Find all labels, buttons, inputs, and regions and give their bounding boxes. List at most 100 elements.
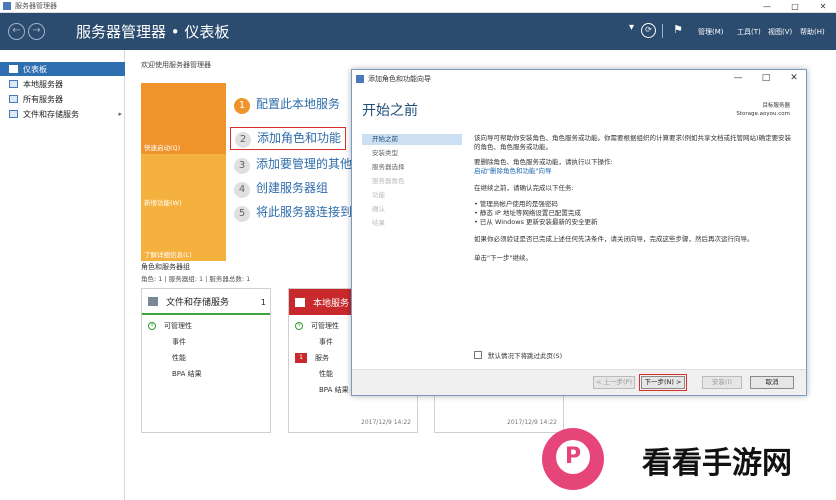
menu-view[interactable]: 视图(V) bbox=[768, 27, 792, 37]
card-title: 文件和存储服务 bbox=[166, 297, 230, 308]
refresh-icon[interactable]: ⟳ bbox=[641, 23, 656, 38]
install-button[interactable]: 安装(I) bbox=[702, 376, 742, 389]
sidebar-item-all-servers[interactable]: 所有服务器 bbox=[0, 92, 125, 106]
step-number: 2 bbox=[235, 132, 251, 148]
learn-more-tile[interactable]: 了解详细信息(L) bbox=[141, 209, 226, 261]
next-button[interactable]: 下一步(N) > bbox=[639, 374, 687, 391]
minimize-button[interactable]: — bbox=[756, 0, 778, 13]
row-label: 可管理性 bbox=[164, 322, 192, 330]
row-label: 可管理性 bbox=[311, 322, 339, 330]
cancel-button[interactable]: 取消 bbox=[750, 376, 794, 389]
bullet-text: 已从 Windows 更新安装最新的安全更新 bbox=[479, 218, 598, 226]
quickstart-tile[interactable]: 快速启动(Q) bbox=[141, 83, 226, 154]
wizard-step-features: 功能 bbox=[372, 191, 385, 199]
bullet-text: 静态 IP 地址等网络设置已配置完成 bbox=[479, 209, 581, 217]
card-header: 文件和存储服务 1 bbox=[142, 289, 270, 315]
wizard-footer: < 上一步(P) 下一步(N) > 安装(I) 取消 bbox=[352, 369, 806, 395]
sidebar-item-label: 本地服务器 bbox=[23, 79, 63, 89]
intro-paragraph: 该向导可帮助你安装角色、角色服务或功能。你需要根据组织的计算要求(例如共享文档或… bbox=[474, 134, 792, 151]
close-button[interactable]: ✕ bbox=[812, 0, 834, 13]
wizard-step-results: 结果 bbox=[372, 219, 385, 227]
quickstart-column: 快速启动(Q) 新增功能(W) 了解详细信息(L) bbox=[141, 83, 226, 291]
card-timestamp: 2017/12/9 14:22 bbox=[507, 419, 557, 426]
logo-glyph: P bbox=[556, 440, 590, 474]
card-timestamp: 2017/12/9 14:22 bbox=[361, 419, 411, 426]
skip-page-label: 默认情况下将跳过此页(S) bbox=[488, 352, 563, 360]
wizard-step-before-you-begin[interactable]: 开始之前 bbox=[362, 134, 462, 145]
step-add-other-servers[interactable]: 3 添加要管理的其他 bbox=[234, 155, 352, 174]
maximize-button[interactable]: □ bbox=[784, 0, 806, 13]
verify-text: 如果你必须验证是否已完成上述任何先决条件，请关闭向导，完成这些步骤，然后再次运行… bbox=[474, 235, 754, 243]
sidebar-item-dashboard[interactable]: 仪表板 bbox=[0, 62, 125, 76]
card-row-events[interactable]: 事件 bbox=[172, 337, 186, 347]
dropdown-icon[interactable]: ▾ bbox=[629, 22, 634, 33]
step-number: 3 bbox=[234, 158, 250, 174]
wizard-step-installation-type[interactable]: 安装类型 bbox=[362, 148, 462, 159]
card-count: 1 bbox=[260, 298, 266, 307]
wizard-app-icon bbox=[356, 74, 364, 83]
dialog-close-button[interactable]: ✕ bbox=[782, 70, 806, 87]
chevron-right-icon[interactable]: ▸ bbox=[118, 110, 122, 118]
sidebar: 仪表板 本地服务器 所有服务器 文件和存储服务 ▸ bbox=[0, 50, 125, 500]
dialog-minimize-button[interactable]: — bbox=[726, 70, 750, 87]
menu-manage[interactable]: 管理(M) bbox=[698, 27, 724, 37]
step-text: 创建服务器组 bbox=[256, 181, 329, 195]
notification-flag-icon[interactable]: ⚑ bbox=[673, 23, 683, 36]
remove-roles-text: 要删除角色、角色服务或功能，请执行以下操作: bbox=[474, 158, 613, 166]
watermark-text: 看看手游网 bbox=[642, 446, 792, 481]
step-configure-local-server[interactable]: 1 配置此本地服务 bbox=[234, 95, 340, 114]
card-row-bpa[interactable]: BPA 结果 bbox=[319, 385, 349, 395]
skip-page-checkbox[interactable] bbox=[474, 351, 482, 359]
card-row-performance[interactable]: 性能 bbox=[319, 369, 333, 379]
card-row-events[interactable]: 事件 bbox=[319, 337, 333, 347]
learn-more-label: 了解详细信息(L) bbox=[144, 251, 192, 259]
previous-button[interactable]: < 上一步(P) bbox=[593, 376, 635, 389]
menu-tools[interactable]: 工具(T) bbox=[737, 27, 761, 37]
ok-status-icon: ↑ bbox=[295, 322, 303, 330]
target-server-label: 目标服务器 bbox=[762, 103, 790, 109]
quickstart-label: 快速启动(Q) bbox=[144, 144, 181, 152]
target-server-info: 目标服务器 Storage.aoyou.com bbox=[736, 102, 790, 118]
role-card-file-storage[interactable]: 文件和存储服务 1 ↑ 可管理性 事件 性能 BPA 结果 bbox=[141, 288, 271, 433]
quickstart-steps: 1 配置此本地服务 2 添加角色和功能 3 添加要管理的其他 4 创建服务器组 5 将此服… bbox=[226, 83, 356, 291]
window-title: 服务器管理器 bbox=[15, 2, 57, 10]
roles-summary: 角色: 1 | 服务器组: 1 | 服务器总数: 1 bbox=[141, 275, 251, 283]
card-row-performance[interactable]: 性能 bbox=[172, 353, 186, 363]
window-titlebar: 服务器管理器 — □ ✕ bbox=[0, 0, 836, 13]
wizard-heading: 开始之前 bbox=[362, 103, 418, 119]
watermark-logo-icon: P bbox=[542, 428, 604, 490]
prereq-bullet-3: • 已从 Windows 更新安装最新的安全更新 bbox=[474, 218, 598, 226]
dialog-maximize-button[interactable]: □ bbox=[754, 70, 778, 87]
skip-page-checkbox-row[interactable]: 默认情况下将跳过此页(S) bbox=[474, 350, 562, 360]
step-text: 将此服务器连接到 bbox=[256, 205, 353, 219]
header-bar: ← → 服务器管理器 • 仪表板 ▾ ⟳ ⚑ 管理(M) 工具(T) 视图(V)… bbox=[0, 13, 836, 50]
whats-new-tile[interactable]: 新增功能(W) bbox=[141, 154, 226, 209]
forward-arrow-icon[interactable]: → bbox=[28, 23, 45, 40]
remove-roles-wizard-link[interactable]: 启动"删除角色和功能"向导 bbox=[474, 167, 551, 175]
ok-status-icon: ↑ bbox=[148, 322, 156, 330]
alert-count-badge: 1 bbox=[295, 353, 307, 363]
wizard-step-server-selection[interactable]: 服务器选择 bbox=[362, 162, 462, 173]
card-row-manageability[interactable]: ↑ 可管理性 bbox=[295, 321, 339, 331]
sidebar-item-file-storage[interactable]: 文件和存储服务 ▸ bbox=[0, 107, 125, 121]
prereq-bullet-2: • 静态 IP 地址等网络设置已配置完成 bbox=[474, 209, 581, 217]
step-number: 1 bbox=[234, 98, 250, 114]
header-divider bbox=[662, 24, 663, 38]
storage-icon bbox=[148, 296, 158, 306]
step-connect-cloud[interactable]: 5 将此服务器连接到 bbox=[234, 203, 352, 222]
card-row-manageability[interactable]: ↑ 可管理性 bbox=[148, 321, 192, 331]
card-row-bpa[interactable]: BPA 结果 bbox=[172, 369, 202, 379]
server-icon bbox=[9, 80, 18, 88]
step-add-roles-features[interactable]: 2 添加角色和功能 bbox=[230, 127, 347, 150]
row-label: 服务 bbox=[315, 354, 329, 362]
sidebar-item-label: 文件和存储服务 bbox=[23, 109, 79, 119]
welcome-title: 欢迎使用服务器管理器 bbox=[141, 61, 211, 69]
back-arrow-icon[interactable]: ← bbox=[8, 23, 25, 40]
menu-help[interactable]: 帮助(H) bbox=[800, 27, 825, 37]
step-create-server-group[interactable]: 4 创建服务器组 bbox=[234, 179, 328, 198]
card-row-services[interactable]: 1 服务 bbox=[295, 353, 329, 363]
sidebar-item-local-server[interactable]: 本地服务器 bbox=[0, 77, 125, 91]
server-manager-app-icon bbox=[3, 2, 11, 10]
bullet-text: 管理员帐户使用的是强密码 bbox=[479, 200, 558, 208]
dashboard-icon bbox=[9, 65, 18, 73]
